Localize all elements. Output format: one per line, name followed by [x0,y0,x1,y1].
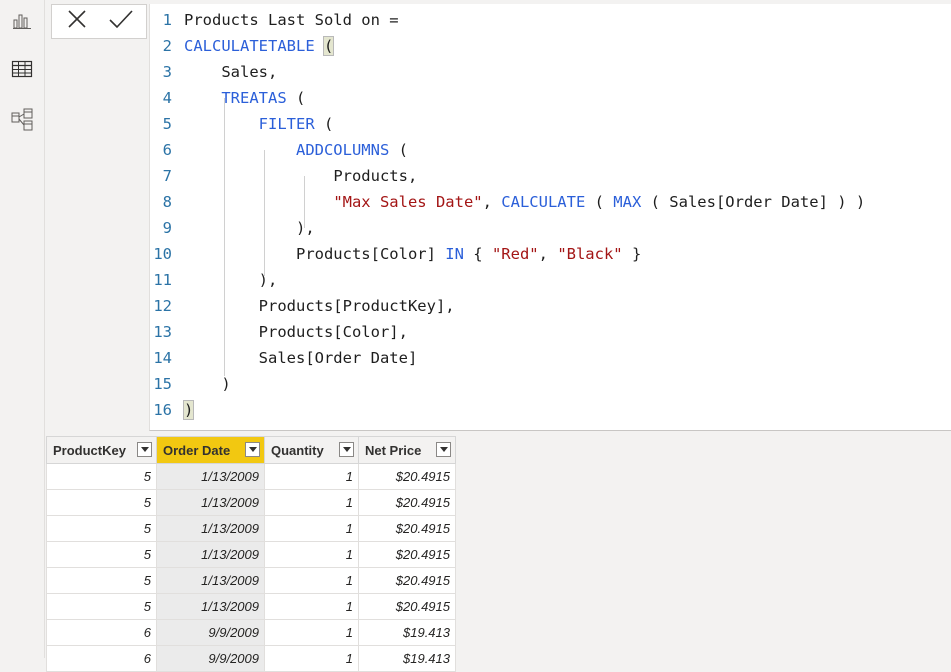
table-cell[interactable]: 5 [46,463,157,490]
code-line-2: 2 CALCULATETABLE ( [162,36,335,56]
matched-paren: ) [182,400,195,420]
table-cell[interactable]: 1/13/2009 [156,567,265,594]
table-cell[interactable]: $19.413 [358,645,456,672]
code-line-10: 10 Products[Color] IN { "Red", "Black" } [153,245,642,263]
code-line-7: 7 Products, [162,167,418,185]
column-filter-dropdown[interactable] [436,442,451,457]
table-row: 5 1/13/2009 1 $20.4915 [46,463,456,490]
table-cell[interactable]: 1/13/2009 [156,463,265,490]
table-cell[interactable]: 1/13/2009 [156,593,265,620]
table-row: 5 1/13/2009 1 $20.4915 [46,515,456,542]
table-row: 5 1/13/2009 1 $20.4915 [46,593,456,620]
table-cell[interactable]: 1 [264,567,359,594]
table-row: 5 1/13/2009 1 $20.4915 [46,541,456,568]
close-icon [67,9,87,34]
chevron-down-icon [342,447,351,452]
column-filter-dropdown[interactable] [245,442,260,457]
table-cell[interactable]: 9/9/2009 [156,619,265,646]
cancel-formula-button[interactable] [54,5,100,38]
code-line-9: 9 ), [162,219,315,237]
column-filter-dropdown[interactable] [339,442,354,457]
table-cell[interactable]: $20.4915 [358,541,456,568]
table-cell[interactable]: 6 [46,619,157,646]
code-line-8: 8 "Max Sales Date", CALCULATE ( MAX ( Sa… [162,193,866,211]
code-line-13: 13 Products[Color], [153,323,408,341]
code-line-1: 1 Products Last Sold on = [162,11,399,29]
code-line-6: 6 ADDCOLUMNS ( [162,141,408,159]
table-cell[interactable]: 1 [264,541,359,568]
table-cell[interactable]: 5 [46,489,157,516]
column-filter-dropdown[interactable] [137,442,152,457]
model-view-button[interactable] [7,107,37,137]
code-line-14: 14 Sales[Order Date] [153,349,418,367]
table-header-row: ProductKey Order Date Quantity Net Price [46,436,456,464]
dax-formula-editor[interactable]: 1 Products Last Sold on = 2 CALCULATETABLE… [149,4,951,431]
table-cell[interactable]: 6 [46,645,157,672]
table-cell[interactable]: 5 [46,593,157,620]
table-cell[interactable]: 1/13/2009 [156,489,265,516]
code-line-11: 11 ), [153,271,278,289]
model-view-icon [10,108,34,137]
column-header-net-price[interactable]: Net Price [358,436,456,464]
code-line-12: 12 Products[ProductKey], [153,297,455,315]
table-cell[interactable]: $20.4915 [358,463,456,490]
table-cell[interactable]: 5 [46,541,157,568]
table-cell[interactable]: $20.4915 [358,567,456,594]
table-row: 6 9/9/2009 1 $19.413 [46,645,456,672]
report-view-button[interactable] [7,7,37,37]
table-cell[interactable]: $19.413 [358,619,456,646]
data-table: ProductKey Order Date Quantity Net Price… [46,436,456,672]
table-cell[interactable]: $20.4915 [358,593,456,620]
code-line-16: 16) [153,400,195,420]
code-line-15: 15 ) [153,375,231,393]
table-cell[interactable]: 1 [264,463,359,490]
column-header-quantity[interactable]: Quantity [264,436,359,464]
table-cell[interactable]: 1 [264,619,359,646]
table-cell[interactable]: 1 [264,645,359,672]
code-line-4: 4 TREATAS ( [162,89,306,107]
table-cell[interactable]: 1 [264,515,359,542]
table-cell[interactable]: $20.4915 [358,489,456,516]
table-cell[interactable]: 1 [264,489,359,516]
data-view-button[interactable] [7,56,37,86]
chevron-down-icon [248,447,257,452]
table-row: 6 9/9/2009 1 $19.413 [46,619,456,646]
commit-formula-button[interactable] [98,5,144,38]
chevron-down-icon [439,447,448,452]
table-row: 5 1/13/2009 1 $20.4915 [46,567,456,594]
column-header-productkey[interactable]: ProductKey [46,436,157,464]
table-cell[interactable]: 5 [46,515,157,542]
table-cell[interactable]: 9/9/2009 [156,645,265,672]
matched-paren: ( [322,36,335,56]
report-view-icon [12,10,32,35]
formula-commit-controls [51,4,147,39]
table-cell[interactable]: 5 [46,567,157,594]
table-cell[interactable]: 1/13/2009 [156,515,265,542]
code-line-3: 3 Sales, [162,63,278,81]
column-header-order-date[interactable]: Order Date [156,436,265,464]
view-switcher-rail [0,0,45,658]
table-row: 5 1/13/2009 1 $20.4915 [46,489,456,516]
table-cell[interactable]: 1/13/2009 [156,541,265,568]
table-cell[interactable]: $20.4915 [358,515,456,542]
data-view-icon [11,59,33,84]
check-icon [109,9,133,34]
chevron-down-icon [140,447,149,452]
code-line-5: 5 FILTER ( [162,115,334,133]
table-cell[interactable]: 1 [264,593,359,620]
